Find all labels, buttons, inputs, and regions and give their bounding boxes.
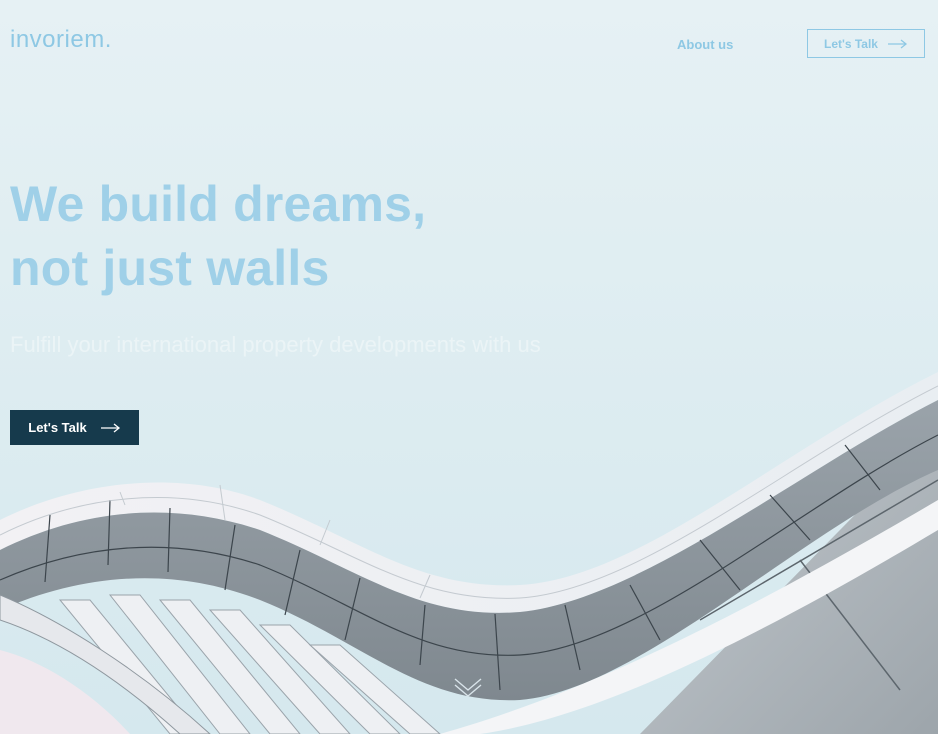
brand-logo[interactable]: invoriem. [10, 26, 112, 54]
hero-subtitle: Fulfill your international property deve… [10, 332, 541, 357]
hero-lets-talk-button[interactable]: Let's Talk [10, 410, 139, 445]
nav-link-about-us[interactable]: About us [677, 37, 733, 52]
header-lets-talk-button[interactable]: Let's Talk [807, 29, 925, 58]
arrow-right-icon [100, 422, 120, 433]
hero-title-line-2: not just walls [10, 240, 330, 296]
hero-title-line-1: We build dreams, [10, 176, 427, 232]
chevron-down-icon[interactable] [453, 676, 483, 698]
building-background-image [0, 0, 938, 734]
hero-title: We build dreams, not just walls [10, 172, 426, 300]
header-cta-label: Let's Talk [824, 36, 878, 51]
landing-page: invoriem. About us Let's Talk We build d… [0, 0, 938, 734]
hero-cta-label: Let's Talk [28, 420, 87, 435]
arrow-right-icon [887, 38, 908, 49]
